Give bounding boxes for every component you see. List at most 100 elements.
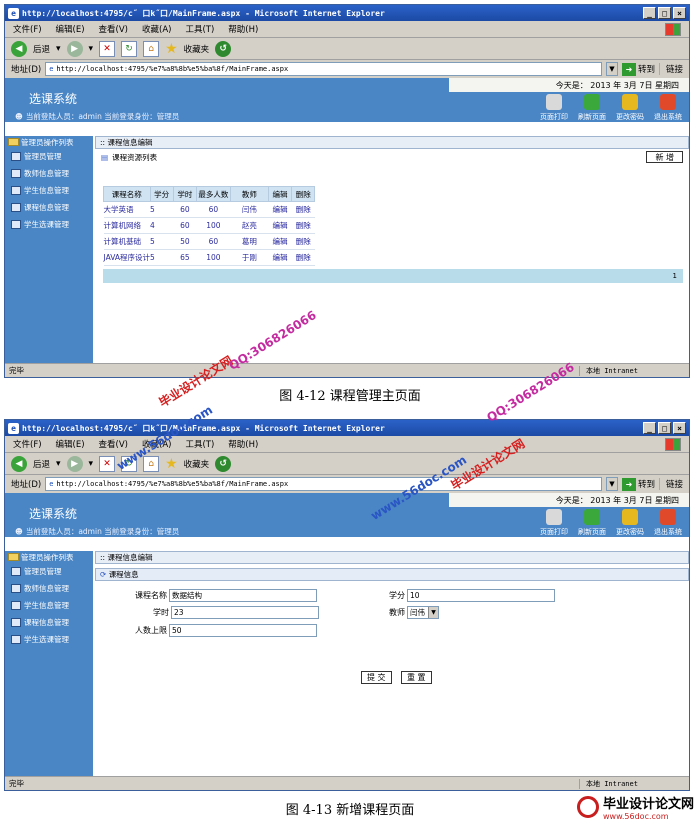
sidebar-item-selection[interactable]: 学生选课管理 — [5, 216, 93, 233]
menu-tools[interactable]: 工具(T) — [185, 23, 214, 35]
window-icon — [11, 169, 21, 178]
sidebar-item-admin[interactable]: 管理员管理 — [5, 148, 93, 165]
delete-link[interactable]: 删除 — [291, 233, 315, 250]
forward-icon[interactable]: ▶ — [66, 455, 83, 472]
new-course-button[interactable]: 新 增 — [646, 151, 683, 163]
close-button[interactable]: × — [673, 422, 686, 434]
back-dropdown-icon[interactable]: ▾ — [56, 459, 61, 469]
sidebar-item-teacher[interactable]: 教师信息管理 — [5, 580, 93, 597]
credit-input[interactable]: 10 — [407, 589, 555, 602]
sidebar-item-label: 课程信息管理 — [24, 618, 69, 627]
address-input[interactable]: e http://localhost:4795/%e7%a8%8b%e5%ba%… — [45, 62, 602, 76]
page-number[interactable]: 1 — [673, 272, 677, 280]
favorites-button[interactable]: 收藏夹 — [184, 43, 210, 55]
change-password-button[interactable]: 更改密码 — [613, 509, 647, 537]
stop-icon[interactable]: ✕ — [99, 40, 116, 57]
minimize-button[interactable]: _ — [643, 7, 656, 19]
sidebar-item-admin[interactable]: 管理员管理 — [5, 563, 93, 580]
sidebar-item-label: 课程信息管理 — [24, 203, 69, 212]
refresh-icon[interactable]: ↻ — [121, 40, 138, 57]
edit-link[interactable]: 编辑 — [268, 233, 292, 250]
sidebar-item-student[interactable]: 学生信息管理 — [5, 597, 93, 614]
col-credit[interactable]: 学分 — [149, 186, 174, 202]
delete-link[interactable]: 删除 — [291, 201, 315, 218]
delete-link[interactable]: 删除 — [291, 217, 315, 234]
address-dropdown-icon[interactable]: ▼ — [605, 62, 618, 76]
close-button[interactable]: × — [673, 7, 686, 19]
maximize-button[interactable]: □ — [658, 422, 671, 434]
logout-button[interactable]: 退出系统 — [651, 509, 685, 537]
favorites-button[interactable]: 收藏夹 — [184, 458, 210, 470]
menu-edit[interactable]: 编辑(E) — [56, 23, 85, 35]
course-name-input[interactable]: 数据结构 — [169, 589, 317, 602]
window-title: http://localhost:4795/c˝ 口k˝口/MainFrame.… — [22, 8, 385, 18]
back-button[interactable]: 后退 — [33, 43, 50, 55]
back-icon[interactable]: ◀ — [11, 455, 27, 472]
sidebar-item-teacher[interactable]: 教师信息管理 — [5, 165, 93, 182]
forward-dropdown-icon[interactable]: ▾ — [89, 44, 94, 54]
menu-view[interactable]: 查看(V) — [99, 438, 128, 450]
sidebar-item-course[interactable]: 课程信息管理 — [5, 199, 93, 216]
menu-view[interactable]: 查看(V) — [99, 23, 128, 35]
print-page-button[interactable]: 页面打印 — [537, 94, 571, 122]
col-hours[interactable]: 学时 — [172, 186, 198, 202]
go-button[interactable]: ➜ 转到 — [621, 62, 655, 76]
sidebar-item-course[interactable]: 课程信息管理 — [5, 614, 93, 631]
forward-dropdown-icon[interactable]: ▾ — [89, 459, 94, 469]
teacher-select[interactable]: 闫伟 ▼ — [407, 606, 439, 619]
history-icon[interactable]: ↺ — [215, 40, 232, 57]
menu-favorites[interactable]: 收藏(A) — [142, 23, 171, 35]
menu-file[interactable]: 文件(F) — [13, 438, 42, 450]
logout-button[interactable]: 退出系统 — [651, 94, 685, 122]
history-icon[interactable]: ↺ — [215, 455, 232, 472]
links-button[interactable]: 链接 — [658, 63, 683, 75]
change-password-button[interactable]: 更改密码 — [613, 94, 647, 122]
menu-bar: 文件(F) 编辑(E) 查看(V) 收藏(A) 工具(T) 帮助(H) — [5, 21, 689, 38]
address-input[interactable]: e http://localhost:4795/%e7%a8%8b%e5%ba%… — [45, 477, 602, 491]
delete-link[interactable]: 删除 — [291, 249, 315, 266]
window-icon — [11, 635, 21, 644]
col-max[interactable]: 最多人数 — [196, 186, 231, 202]
menu-file[interactable]: 文件(F) — [13, 23, 42, 35]
col-teacher[interactable]: 教师 — [229, 186, 269, 202]
edit-link[interactable]: 编辑 — [268, 249, 292, 266]
home-icon[interactable]: ⌂ — [143, 40, 160, 57]
credit-label: 学分 — [389, 591, 405, 600]
sidebar-item-student[interactable]: 学生信息管理 — [5, 182, 93, 199]
home-icon[interactable]: ⌂ — [143, 455, 160, 472]
print-page-button[interactable]: 页面打印 — [537, 509, 571, 537]
links-button[interactable]: 链接 — [658, 478, 683, 490]
edit-link[interactable]: 编辑 — [268, 201, 292, 218]
menu-help[interactable]: 帮助(H) — [228, 438, 258, 450]
minimize-button[interactable]: _ — [643, 422, 656, 434]
stop-icon[interactable]: ✕ — [99, 455, 116, 472]
maximize-button[interactable]: □ — [658, 7, 671, 19]
col-course-name[interactable]: 课程名称 — [103, 186, 151, 202]
cell-name: 计算机基础 — [103, 233, 150, 250]
menu-edit[interactable]: 编辑(E) — [56, 438, 85, 450]
favorites-star-icon[interactable]: ★ — [165, 456, 178, 472]
back-icon[interactable]: ◀ — [11, 40, 27, 57]
back-dropdown-icon[interactable]: ▾ — [56, 44, 61, 54]
menu-help[interactable]: 帮助(H) — [228, 23, 258, 35]
edit-link[interactable]: 编辑 — [268, 217, 292, 234]
forward-icon[interactable]: ▶ — [66, 40, 83, 57]
cell-teacher: 葛明 — [230, 233, 269, 250]
user-info-text: 当前登陆人员：admin 当前登录身份：管理员 — [25, 112, 180, 121]
menu-favorites[interactable]: 收藏(A) — [142, 438, 171, 450]
favorites-star-icon[interactable]: ★ — [165, 41, 178, 57]
hours-input[interactable]: 23 — [171, 606, 319, 619]
refresh-page-button[interactable]: 刷新页面 — [575, 509, 609, 537]
table-row: 大学英语 5 60 60 闫伟 编辑 删除 — [103, 201, 315, 218]
refresh-page-button[interactable]: 刷新页面 — [575, 94, 609, 122]
sidebar-item-selection[interactable]: 学生选课管理 — [5, 631, 93, 648]
reset-button[interactable]: 重 置 — [401, 671, 432, 684]
sidebar-item-label: 管理员管理 — [24, 152, 62, 161]
menu-tools[interactable]: 工具(T) — [185, 438, 214, 450]
address-dropdown-icon[interactable]: ▼ — [605, 477, 618, 491]
refresh-icon[interactable]: ↻ — [121, 455, 138, 472]
back-button[interactable]: 后退 — [33, 458, 50, 470]
go-button[interactable]: ➜ 转到 — [621, 477, 655, 491]
submit-button[interactable]: 提 交 — [361, 671, 392, 684]
limit-input[interactable]: 50 — [169, 624, 317, 637]
